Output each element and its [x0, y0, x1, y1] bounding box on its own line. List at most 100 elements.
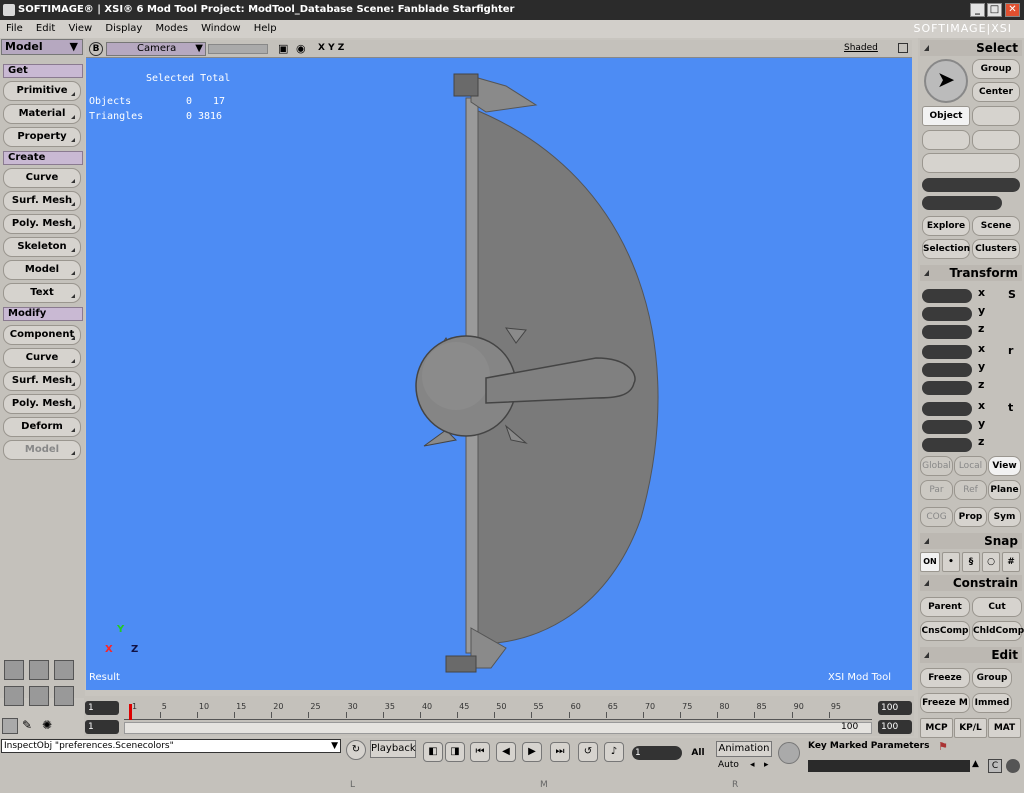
ref-button[interactable]: Ref — [954, 480, 987, 500]
key-marked-parameters[interactable]: Key Marked Parameters — [808, 741, 929, 751]
current-frame-field[interactable]: 1 — [632, 746, 682, 760]
clear-icon[interactable]: C — [988, 759, 1002, 773]
3d-viewport[interactable]: Selected Total Objects 0 17 Triangles 0 … — [86, 58, 912, 690]
modify-model-button[interactable]: Model — [3, 440, 81, 460]
status-field[interactable] — [808, 760, 970, 772]
maximize-viewport-icon[interactable] — [898, 43, 908, 53]
eye-icon[interactable]: ◉ — [296, 42, 306, 55]
select-empty-button-4[interactable] — [922, 153, 1020, 173]
translate-y-field[interactable] — [922, 420, 972, 434]
text-button[interactable]: Text — [3, 283, 81, 303]
rotate-x-field[interactable] — [922, 345, 972, 359]
key-icon[interactable] — [778, 742, 800, 764]
viewport-letter[interactable]: B — [89, 42, 103, 56]
last-frame-icon[interactable]: ⏭ — [550, 742, 570, 762]
layout-wave-icon[interactable] — [4, 686, 24, 706]
object-button[interactable]: Object — [922, 106, 970, 126]
layout-wide-icon[interactable] — [54, 686, 74, 706]
rotate-z-field[interactable] — [922, 381, 972, 395]
sym-button[interactable]: Sym — [988, 507, 1021, 527]
memo-cams-bar[interactable] — [208, 44, 268, 54]
select-empty-button-3[interactable] — [972, 130, 1020, 150]
snap-on-button[interactable]: ON — [920, 552, 940, 572]
par-button[interactable]: Par — [920, 480, 953, 500]
property-button[interactable]: Property — [3, 127, 81, 147]
primitive-button[interactable]: Primitive — [3, 81, 81, 101]
modify-poly-mesh-button[interactable]: Poly. Mesh — [3, 394, 81, 414]
modify-surf-mesh-button[interactable]: Surf. Mesh — [3, 371, 81, 391]
playback-button[interactable]: Playback — [370, 740, 416, 758]
edit-header[interactable]: Edit — [920, 647, 1022, 663]
rotate-r-button[interactable]: r — [1008, 344, 1013, 357]
translate-x-field[interactable] — [922, 402, 972, 416]
snap-grid-icon[interactable]: # — [1002, 552, 1020, 572]
auto-button[interactable]: Auto — [718, 760, 739, 770]
cnscomp-button[interactable]: CnsComp — [920, 621, 970, 641]
range-slider[interactable] — [124, 722, 872, 734]
snap-curve-icon[interactable]: § — [962, 552, 980, 572]
constrain-header[interactable]: Constrain — [920, 575, 1022, 591]
tab-mcp[interactable]: MCP — [920, 718, 953, 738]
record-icon[interactable] — [1006, 759, 1020, 773]
layout-quad-icon[interactable] — [4, 660, 24, 680]
next-frame-icon[interactable]: ◨ — [445, 742, 465, 762]
scale-z-field[interactable] — [922, 325, 972, 339]
menu-help[interactable]: Help — [254, 23, 277, 34]
menu-view[interactable]: View — [68, 23, 92, 34]
prev-key-icon[interactable]: ◂ — [750, 760, 755, 770]
play-forward-icon[interactable]: ▶ — [522, 742, 542, 762]
timeline-end-field-2[interactable]: 100 — [878, 720, 912, 734]
layout-tall-icon[interactable] — [29, 686, 49, 706]
scene-button[interactable]: Scene — [972, 216, 1020, 236]
animation-button[interactable]: Animation — [716, 741, 772, 757]
select-arrow-icon[interactable]: ➤ — [924, 59, 968, 103]
audio-icon[interactable]: ♪ — [604, 742, 624, 762]
scale-s-button[interactable]: S — [1008, 288, 1016, 301]
layout-grid-icon[interactable] — [54, 660, 74, 680]
snap-point-icon[interactable]: • — [942, 552, 960, 572]
scale-y-field[interactable] — [922, 307, 972, 321]
next-key-icon[interactable]: ▸ — [764, 760, 769, 770]
transform-header[interactable]: Transform — [920, 265, 1022, 281]
select-field-2[interactable] — [922, 196, 1002, 210]
component-button[interactable]: Component — [3, 325, 81, 345]
menu-window[interactable]: Window — [201, 23, 240, 34]
command-line-input[interactable]: InspectObj "preferences.Scenecolors" ▼ — [1, 739, 341, 753]
rotate-y-field[interactable] — [922, 363, 972, 377]
menu-modes[interactable]: Modes — [155, 23, 187, 34]
loop-icon[interactable]: ↻ — [346, 740, 366, 760]
edit-group-button[interactable]: Group — [972, 668, 1012, 688]
freeze-button[interactable]: Freeze — [920, 668, 970, 688]
section-modify[interactable]: Modify — [3, 307, 83, 321]
prev-frame-icon[interactable]: ◧ — [423, 742, 443, 762]
maximize-button[interactable]: □ — [987, 3, 1002, 17]
timeline-start-field[interactable]: 1 — [85, 701, 119, 715]
playhead-marker[interactable] — [129, 704, 132, 720]
palette-icon[interactable]: ✺ — [42, 718, 58, 734]
view-button[interactable]: View — [988, 456, 1021, 476]
material-button[interactable]: Material — [3, 104, 81, 124]
select-center-button[interactable]: Center — [972, 82, 1020, 102]
cut-button[interactable]: Cut — [972, 597, 1022, 617]
tab-mat[interactable]: MAT — [988, 718, 1021, 738]
select-empty-button-1[interactable] — [972, 106, 1020, 126]
create-surf-mesh-button[interactable]: Surf. Mesh — [3, 191, 81, 211]
section-create[interactable]: Create — [3, 151, 83, 165]
translate-t-button[interactable]: t — [1008, 401, 1013, 414]
starfighter-model[interactable] — [86, 58, 912, 690]
create-poly-mesh-button[interactable]: Poly. Mesh — [3, 214, 81, 234]
section-get[interactable]: Get — [3, 64, 83, 78]
minimize-button[interactable]: _ — [970, 3, 985, 17]
create-curve-button[interactable]: Curve — [3, 168, 81, 188]
timeline-ruler[interactable]: 1 5 10 15 20 25 30 35 40 45 50 55 60 65 70 75 80 85 90 95 — [124, 700, 872, 720]
mode-dropdown[interactable]: Model ▼ — [1, 39, 83, 55]
tab-kpl[interactable]: KP/L — [954, 718, 987, 738]
menu-edit[interactable]: Edit — [36, 23, 55, 34]
all-button[interactable]: All — [686, 746, 710, 760]
marked-params-icon[interactable]: ⚑ — [938, 740, 948, 753]
local-button[interactable]: Local — [954, 456, 987, 476]
close-button[interactable]: ✕ — [1005, 3, 1020, 17]
scale-x-field[interactable] — [922, 289, 972, 303]
clusters-button[interactable]: Clusters — [972, 239, 1020, 259]
parent-button[interactable]: Parent — [920, 597, 970, 617]
